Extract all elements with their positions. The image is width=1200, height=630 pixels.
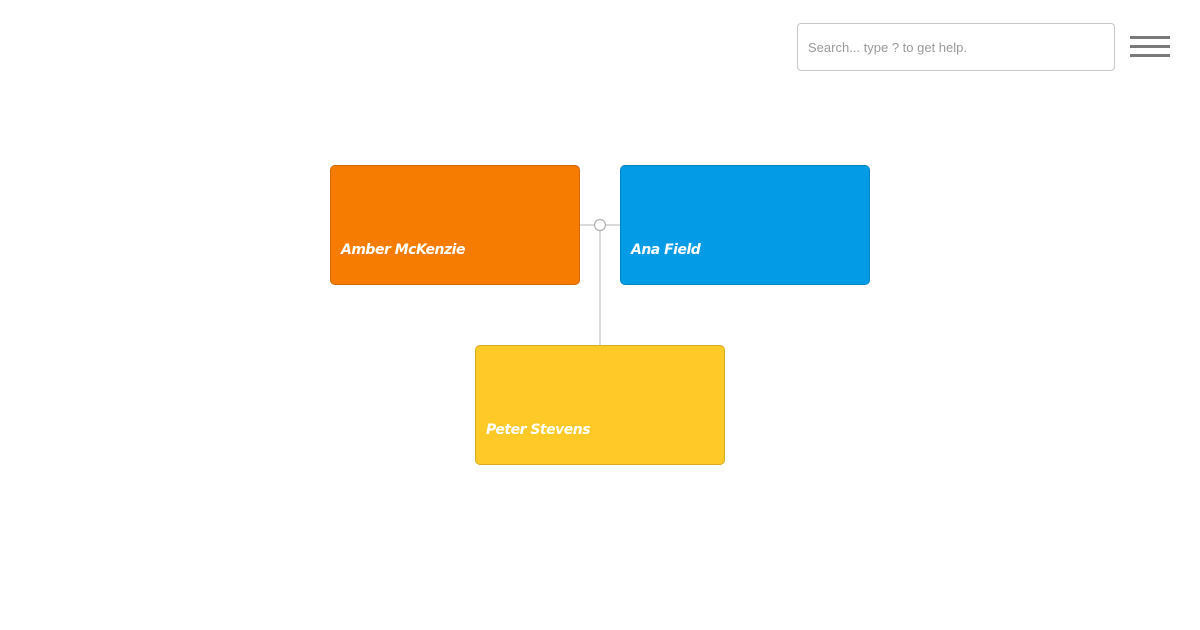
union-node-circle[interactable] [593, 218, 607, 232]
person-node-ana-field[interactable]: Ana Field [620, 165, 870, 285]
person-name: Ana Field [631, 242, 701, 258]
person-node-amber-mckenzie[interactable]: Amber McKenzie [330, 165, 580, 285]
search-input[interactable] [798, 24, 1114, 70]
person-name: Peter Stevens [486, 422, 591, 438]
hamburger-menu-icon[interactable] [1130, 36, 1170, 60]
menu-bar-middle [1130, 45, 1170, 48]
family-tree-page: Amber McKenzie Ana Field Peter Stevens [0, 0, 1200, 630]
tree-connectors [580, 218, 620, 345]
person-node-peter-stevens[interactable]: Peter Stevens [475, 345, 725, 465]
person-name: Amber McKenzie [341, 242, 465, 258]
menu-bar-bottom [1130, 54, 1170, 57]
search-box[interactable] [797, 23, 1115, 71]
menu-bar-top [1130, 36, 1170, 39]
